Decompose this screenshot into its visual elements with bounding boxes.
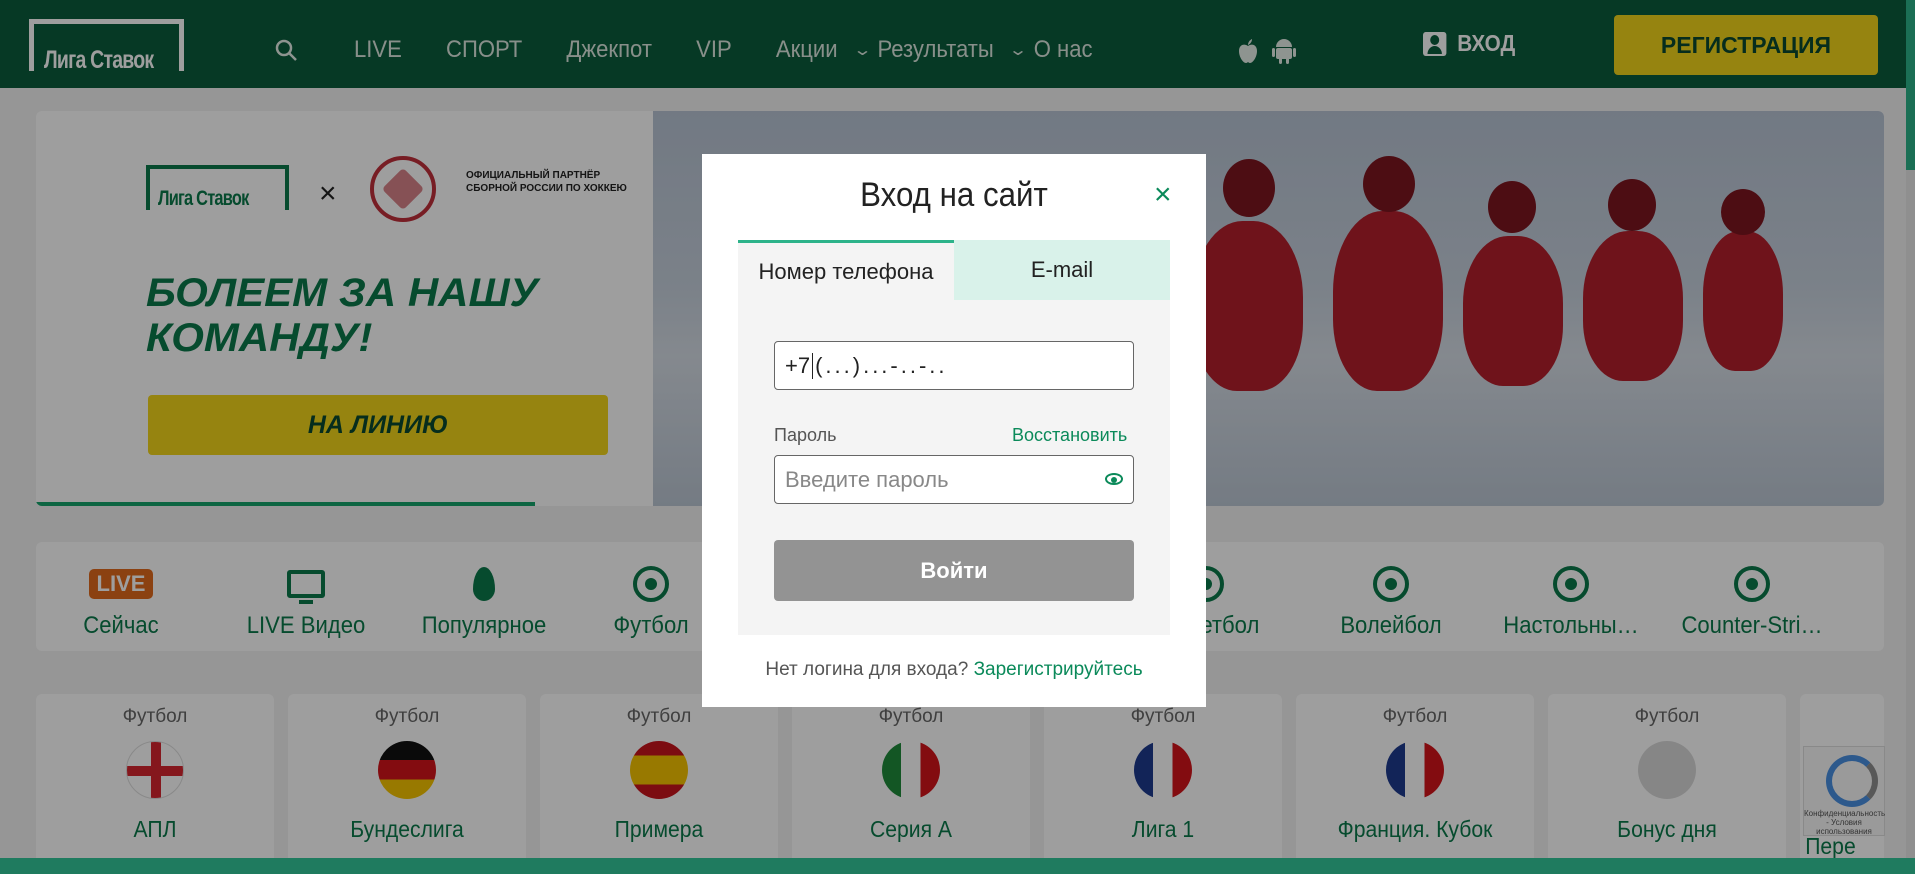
password-input[interactable]: Введите пароль xyxy=(774,455,1134,504)
restore-password-link[interactable]: Восстановить xyxy=(1012,425,1127,446)
tab-phone[interactable]: Номер телефона xyxy=(738,240,954,300)
tab-email[interactable]: E-mail xyxy=(954,240,1170,300)
register-prompt: Нет логина для входа? Зарегистрируйтесь xyxy=(702,659,1206,681)
login-submit-button[interactable]: Войти xyxy=(774,540,1134,601)
phone-input[interactable]: +7 (...)...-..-.. xyxy=(774,341,1134,390)
eye-icon[interactable] xyxy=(1105,473,1123,485)
phone-prefix: +7 xyxy=(785,352,811,378)
password-placeholder: Введите пароль xyxy=(785,466,949,492)
modal-title: Вход на сайт xyxy=(860,176,1048,214)
register-link[interactable]: Зарегистрируйтесь xyxy=(974,659,1143,680)
login-form: Номер телефона E-mail +7 (...)...-..-.. … xyxy=(738,240,1170,635)
text-caret xyxy=(812,352,814,379)
close-icon[interactable]: × xyxy=(1154,178,1172,212)
phone-mask: (...)...-..-.. xyxy=(815,352,948,378)
tab-phone-label: Номер телефона xyxy=(758,258,934,284)
login-modal: Вход на сайт × Номер телефона E-mail +7 … xyxy=(702,154,1206,707)
password-label: Пароль xyxy=(774,425,837,445)
tab-email-label: E-mail xyxy=(1030,257,1094,282)
register-prompt-text: Нет логина для входа? xyxy=(765,659,969,680)
